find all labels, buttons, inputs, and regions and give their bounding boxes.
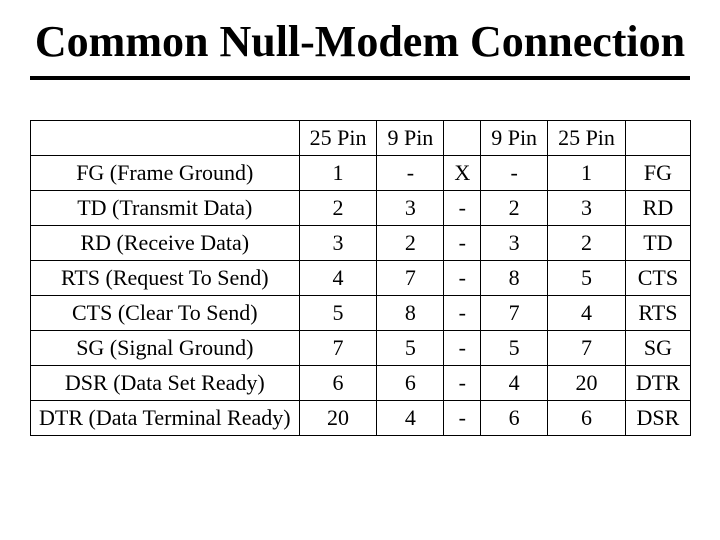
pin-9-b: 8 bbox=[481, 261, 548, 296]
signal-name-left: FG (Frame Ground) bbox=[31, 156, 300, 191]
header-9pin-a: 9 Pin bbox=[377, 121, 444, 156]
signal-name-left: DSR (Data Set Ready) bbox=[31, 366, 300, 401]
link-cell: X bbox=[444, 156, 481, 191]
pin-9-a: - bbox=[377, 156, 444, 191]
pin-25-b: 20 bbox=[548, 366, 626, 401]
pin-25-a: 5 bbox=[299, 296, 377, 331]
header-25pin-b: 25 Pin bbox=[548, 121, 626, 156]
pin-25-b: 2 bbox=[548, 226, 626, 261]
pin-9-a: 2 bbox=[377, 226, 444, 261]
link-cell: - bbox=[444, 261, 481, 296]
link-cell: - bbox=[444, 226, 481, 261]
pin-9-b: - bbox=[481, 156, 548, 191]
signal-name-right: SG bbox=[625, 331, 690, 366]
page-title: Common Null-Modem Connection bbox=[30, 18, 690, 66]
pin-9-b: 4 bbox=[481, 366, 548, 401]
pin-9-b: 2 bbox=[481, 191, 548, 226]
table-row: RD (Receive Data) 3 2 - 3 2 TD bbox=[31, 226, 691, 261]
title-rule bbox=[30, 76, 690, 80]
signal-name-right: TD bbox=[625, 226, 690, 261]
header-link bbox=[444, 121, 481, 156]
signal-name-right: FG bbox=[625, 156, 690, 191]
pin-9-a: 5 bbox=[377, 331, 444, 366]
pin-9-a: 6 bbox=[377, 366, 444, 401]
pin-25-a: 1 bbox=[299, 156, 377, 191]
signal-name-right: RD bbox=[625, 191, 690, 226]
link-cell: - bbox=[444, 296, 481, 331]
pin-25-a: 2 bbox=[299, 191, 377, 226]
header-blank-left bbox=[31, 121, 300, 156]
pin-9-a: 7 bbox=[377, 261, 444, 296]
table-row: CTS (Clear To Send) 5 8 - 7 4 RTS bbox=[31, 296, 691, 331]
link-cell: - bbox=[444, 366, 481, 401]
slide: Common Null-Modem Connection 25 Pin 9 Pi… bbox=[0, 0, 720, 540]
pin-25-a: 7 bbox=[299, 331, 377, 366]
signal-name-left: CTS (Clear To Send) bbox=[31, 296, 300, 331]
signal-name-left: TD (Transmit Data) bbox=[31, 191, 300, 226]
pin-25-b: 6 bbox=[548, 401, 626, 436]
signal-name-left: RD (Receive Data) bbox=[31, 226, 300, 261]
pin-25-a: 20 bbox=[299, 401, 377, 436]
link-cell: - bbox=[444, 401, 481, 436]
signal-name-right: CTS bbox=[625, 261, 690, 296]
pin-25-a: 6 bbox=[299, 366, 377, 401]
pin-25-a: 3 bbox=[299, 226, 377, 261]
pin-9-b: 3 bbox=[481, 226, 548, 261]
table-row: FG (Frame Ground) 1 - X - 1 FG bbox=[31, 156, 691, 191]
pin-9-b: 6 bbox=[481, 401, 548, 436]
header-blank-right bbox=[625, 121, 690, 156]
table-row: SG (Signal Ground) 7 5 - 5 7 SG bbox=[31, 331, 691, 366]
header-25pin-a: 25 Pin bbox=[299, 121, 377, 156]
table-row: TD (Transmit Data) 2 3 - 2 3 RD bbox=[31, 191, 691, 226]
pin-25-a: 4 bbox=[299, 261, 377, 296]
pin-9-b: 5 bbox=[481, 331, 548, 366]
table-row: DSR (Data Set Ready) 6 6 - 4 20 DTR bbox=[31, 366, 691, 401]
pin-9-b: 7 bbox=[481, 296, 548, 331]
pin-25-b: 5 bbox=[548, 261, 626, 296]
link-cell: - bbox=[444, 331, 481, 366]
signal-name-left: DTR (Data Terminal Ready) bbox=[31, 401, 300, 436]
pin-9-a: 8 bbox=[377, 296, 444, 331]
signal-name-right: DSR bbox=[625, 401, 690, 436]
signal-name-left: RTS (Request To Send) bbox=[31, 261, 300, 296]
signal-name-right: DTR bbox=[625, 366, 690, 401]
pinout-table: 25 Pin 9 Pin 9 Pin 25 Pin FG (Frame Grou… bbox=[30, 120, 691, 436]
pin-25-b: 7 bbox=[548, 331, 626, 366]
pin-9-a: 3 bbox=[377, 191, 444, 226]
header-9pin-b: 9 Pin bbox=[481, 121, 548, 156]
signal-name-left: SG (Signal Ground) bbox=[31, 331, 300, 366]
pin-25-b: 3 bbox=[548, 191, 626, 226]
table-row: RTS (Request To Send) 4 7 - 8 5 CTS bbox=[31, 261, 691, 296]
signal-name-right: RTS bbox=[625, 296, 690, 331]
table-row: DTR (Data Terminal Ready) 20 4 - 6 6 DSR bbox=[31, 401, 691, 436]
pin-25-b: 1 bbox=[548, 156, 626, 191]
pin-25-b: 4 bbox=[548, 296, 626, 331]
pin-9-a: 4 bbox=[377, 401, 444, 436]
table-header-row: 25 Pin 9 Pin 9 Pin 25 Pin bbox=[31, 121, 691, 156]
link-cell: - bbox=[444, 191, 481, 226]
